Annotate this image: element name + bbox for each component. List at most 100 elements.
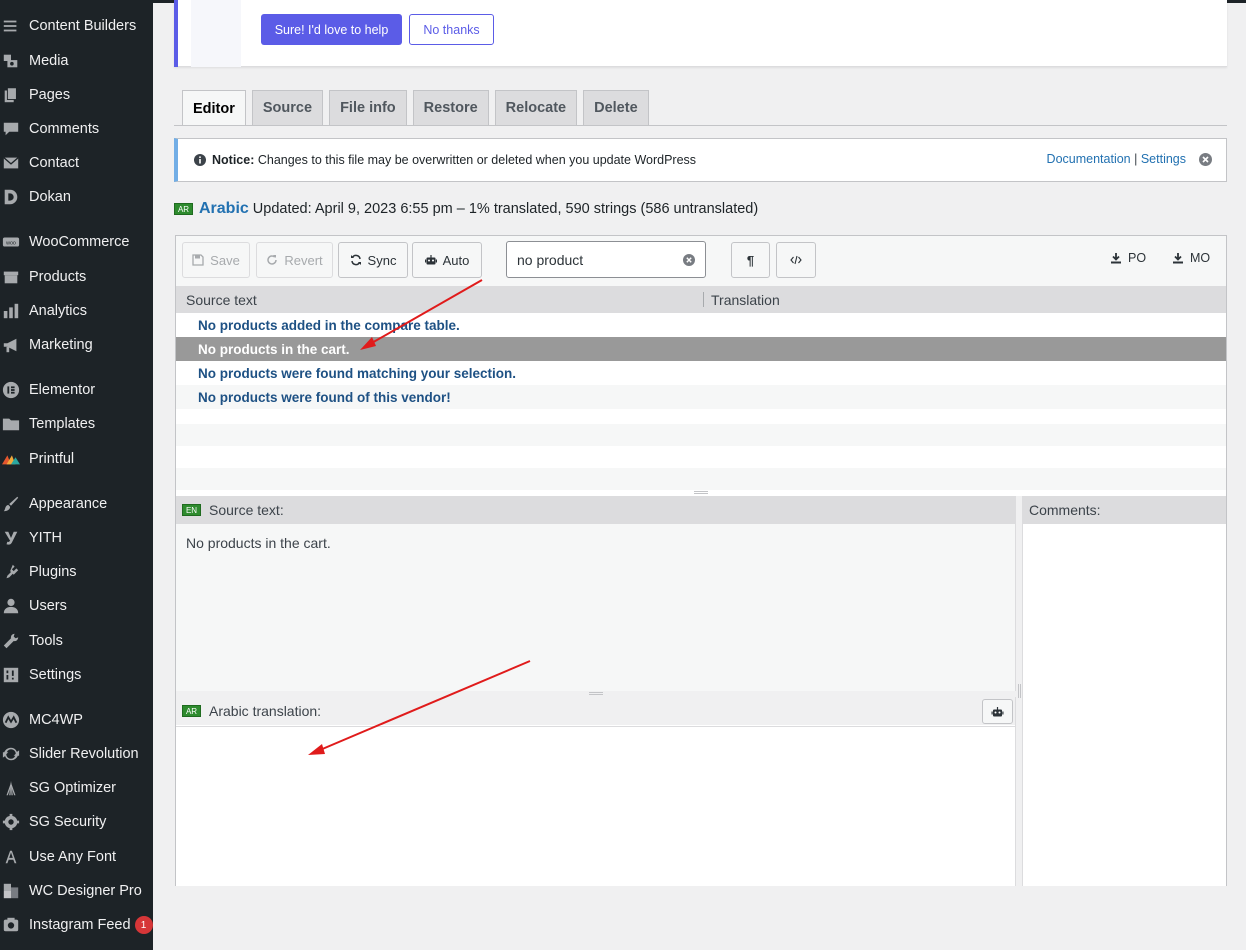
source-text-value: No products in the cart. xyxy=(186,535,331,551)
robot-icon xyxy=(424,255,437,265)
string-row-selected[interactable]: No products in the cart. xyxy=(176,337,1226,361)
sidebar-item-mc4wp[interactable]: MC4WP xyxy=(0,705,153,735)
products-icon xyxy=(1,267,21,287)
download-icon xyxy=(1173,253,1183,264)
sidebar-item-products[interactable]: Products xyxy=(0,262,153,292)
sidebar-item-label: WooCommerce xyxy=(29,234,130,250)
arabic-translation-input[interactable] xyxy=(176,726,1015,886)
string-row[interactable]: No products were found matching your sel… xyxy=(176,361,1226,385)
auto-translate-button[interactable]: Auto xyxy=(412,242,482,278)
sidebar-item-instagram-feed[interactable]: Instagram Feed 1 xyxy=(0,910,153,940)
sidebar-item-label: Use Any Font xyxy=(29,849,117,865)
sidebar-item-label: MC4WP xyxy=(29,712,83,728)
translation-editor: Save Revert Sync Auto ¶ PO M xyxy=(175,235,1227,886)
notification-badge: 1 xyxy=(134,916,153,934)
sidebar-item-templates[interactable]: Templates xyxy=(0,409,153,439)
string-row[interactable]: No products were found of this vendor! xyxy=(176,385,1226,409)
sidebar-item-sg-security[interactable]: SG Security xyxy=(0,807,153,837)
wrench-icon xyxy=(1,631,21,651)
search-input[interactable] xyxy=(517,250,677,270)
tabs-divider xyxy=(174,125,1227,126)
sidebar-item-label: Tools xyxy=(29,633,63,649)
feedback-notice-card: Sure! I'd love to help No thanks xyxy=(174,0,1227,67)
woocommerce-icon: woo xyxy=(1,232,21,252)
revert-button[interactable]: Revert xyxy=(256,242,333,278)
language-name-link[interactable]: Arabic xyxy=(199,200,249,218)
sidebar-item-use-any-font[interactable]: Use Any Font xyxy=(0,842,153,872)
sidebar-item-plugins[interactable]: Plugins xyxy=(0,557,153,587)
source-text-column-header[interactable]: Source text xyxy=(186,292,257,308)
save-button[interactable]: Save xyxy=(182,242,250,278)
sidebar-item-settings[interactable]: Settings xyxy=(0,660,153,690)
sidebar-item-yith[interactable]: YITH xyxy=(0,523,153,553)
sidebar-item-comments[interactable]: Comments xyxy=(0,114,153,144)
sync-button[interactable]: Sync xyxy=(338,242,408,278)
sidebar-item-label: Media xyxy=(29,53,69,69)
sidebar-item-label: Templates xyxy=(29,416,96,432)
sidebar-item-woocommerce[interactable]: woo WooCommerce xyxy=(0,227,153,257)
sidebar-item-sg-optimizer[interactable]: SG Optimizer xyxy=(0,773,153,803)
pane-resize-handle[interactable] xyxy=(589,692,603,695)
sidebar-item-media[interactable]: Media xyxy=(0,46,153,76)
toggle-code-view-button[interactable] xyxy=(776,242,816,278)
auto-translate-string-button[interactable] xyxy=(982,699,1013,724)
elementor-icon xyxy=(1,380,21,400)
link-separator: | xyxy=(1130,152,1141,166)
sidebar-item-users[interactable]: Users xyxy=(0,591,153,621)
save-icon xyxy=(192,254,204,266)
save-label: Save xyxy=(210,252,240,268)
mail-icon xyxy=(1,153,21,173)
close-icon[interactable] xyxy=(1199,153,1212,166)
comments-icon xyxy=(1,119,21,139)
sidebar-item-elementor[interactable]: Elementor xyxy=(0,375,153,405)
tab-editor[interactable]: Editor xyxy=(182,90,246,126)
documentation-link[interactable]: Documentation xyxy=(1047,152,1131,166)
comments-pane: Comments: xyxy=(1022,496,1226,886)
auto-label: Auto xyxy=(442,252,470,268)
column-divider xyxy=(703,292,704,307)
toggle-invisibles-button[interactable]: ¶ xyxy=(731,242,770,278)
sidebar-item-contact[interactable]: Contact xyxy=(0,148,153,178)
empty-row xyxy=(176,468,1226,490)
sidebar-item-marketing[interactable]: Marketing xyxy=(0,330,153,360)
notice-text: Changes to this file may be overwritten … xyxy=(254,153,697,167)
list-resize-handle[interactable] xyxy=(694,491,708,494)
sidebar-item-wc-designer-pro[interactable]: WC Designer Pro xyxy=(0,876,153,906)
revert-label: Revert xyxy=(284,252,323,268)
svg-text:woo: woo xyxy=(5,240,16,246)
megaphone-icon xyxy=(1,335,21,355)
translation-pane: AR Arabic translation: xyxy=(176,697,1016,886)
wordpress-update-notice: Notice: Changes to this file may be over… xyxy=(174,138,1227,182)
sidebar-item-label: Contact xyxy=(29,155,79,171)
tab-delete[interactable]: Delete xyxy=(583,90,649,125)
download-mo-button[interactable]: MO xyxy=(1172,251,1210,265)
sidebar-item-content-builders[interactable]: Content Builders xyxy=(0,11,153,41)
sidebar-item-appearance[interactable]: Appearance xyxy=(0,489,153,519)
tab-restore[interactable]: Restore xyxy=(412,90,489,125)
sidebar-item-tools[interactable]: Tools xyxy=(0,626,153,656)
sidebar-item-pages[interactable]: Pages xyxy=(0,80,153,110)
sure-help-button[interactable]: Sure! I'd love to help xyxy=(261,14,402,45)
tab-file-info[interactable]: File info xyxy=(329,90,407,125)
sidebar-item-analytics[interactable]: Analytics xyxy=(0,296,153,326)
notice-thumbnail xyxy=(191,0,241,67)
tab-relocate[interactable]: Relocate xyxy=(494,90,578,125)
sidebar-item-printful[interactable]: Printful xyxy=(0,444,153,474)
no-thanks-button[interactable]: No thanks xyxy=(409,14,494,45)
notice-links: Documentation | Settings xyxy=(1047,152,1186,166)
sidebar-item-slider-revolution[interactable]: Slider Revolution xyxy=(0,739,153,769)
mo-label: MO xyxy=(1190,251,1211,265)
analytics-icon xyxy=(1,301,21,321)
clear-search-icon[interactable] xyxy=(683,254,695,266)
arabic-flag-icon: AR xyxy=(174,203,193,215)
string-row[interactable]: No products added in the compare table. xyxy=(176,313,1226,337)
sidebar-item-dokan[interactable]: Dokan xyxy=(0,182,153,212)
tab-source[interactable]: Source xyxy=(251,90,324,125)
source-text-pane: EN Source text: No products in the cart. xyxy=(176,496,1016,691)
comments-resize-handle[interactable] xyxy=(1018,684,1021,698)
settings-link[interactable]: Settings xyxy=(1141,152,1186,166)
download-po-button[interactable]: PO xyxy=(1110,251,1146,265)
yith-icon xyxy=(1,528,21,548)
pages-icon xyxy=(1,85,21,105)
translation-column-header[interactable]: Translation xyxy=(711,292,780,308)
